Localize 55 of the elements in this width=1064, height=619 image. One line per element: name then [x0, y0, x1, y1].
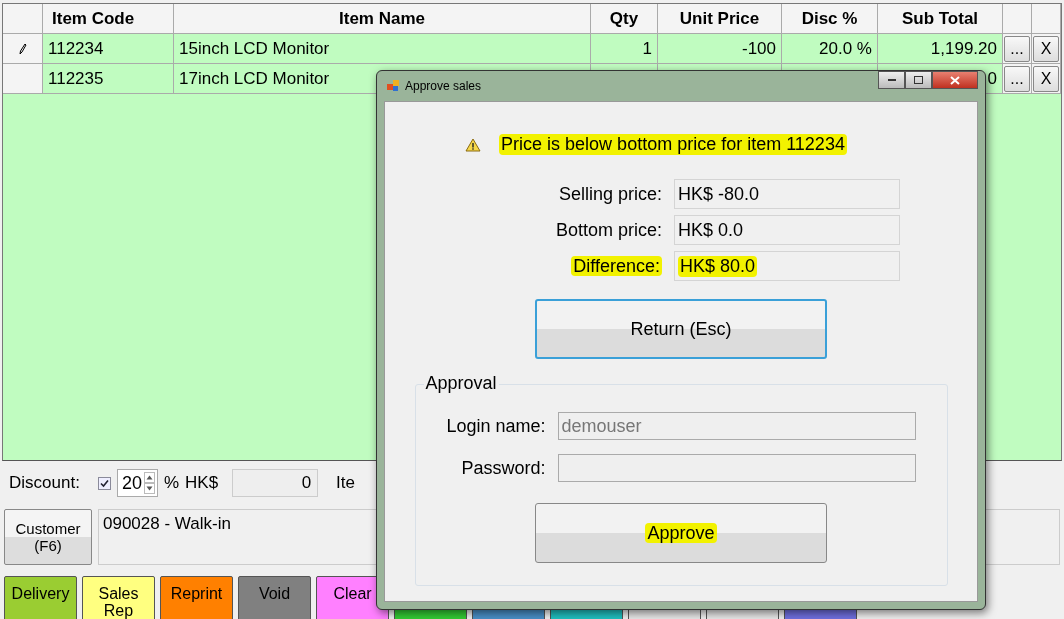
group-title: Approval: [423, 373, 499, 394]
app-icon: [387, 80, 399, 92]
close-icon: [950, 75, 960, 85]
amount-field[interactable]: 0: [232, 469, 319, 497]
window-title: Approve sales: [405, 79, 482, 93]
corner-cell: [3, 4, 43, 34]
field-label: Difference:: [571, 255, 662, 276]
currency-label: HK$: [185, 473, 219, 493]
more-button[interactable]: ...: [1004, 65, 1030, 92]
more-button[interactable]: ...: [1004, 35, 1030, 62]
password-field[interactable]: [557, 454, 916, 482]
field-label: Bottom price:: [555, 219, 662, 240]
column-header[interactable]: Sub Total: [878, 4, 1003, 34]
close-button[interactable]: [932, 71, 978, 89]
action-button[interactable]: Reprint: [160, 576, 233, 619]
table-cell: 1: [591, 34, 658, 64]
minimize-button[interactable]: [878, 71, 905, 89]
table-cell: 15inch LCD Monitor: [174, 34, 591, 64]
readonly-field: HK$ 0.0: [674, 215, 900, 245]
column-header[interactable]: Qty: [591, 4, 658, 34]
readonly-field: HK$ -80.0: [674, 179, 900, 209]
password-label: Password:: [460, 457, 546, 479]
column-header[interactable]: Unit Price: [658, 4, 782, 34]
remove-button[interactable]: X: [1033, 65, 1059, 92]
down-arrow-icon[interactable]: [143, 483, 155, 494]
up-arrow-icon[interactable]: [143, 472, 155, 483]
approve-button[interactable]: Approve: [535, 503, 827, 563]
table-cell: 112235: [43, 64, 174, 94]
minimize-icon: [887, 78, 896, 82]
return-button[interactable]: Return (Esc): [535, 299, 827, 359]
maximize-icon: [914, 76, 923, 84]
pencil-icon: [18, 42, 27, 55]
table-cell: -100: [658, 34, 782, 64]
table-cell: 112234: [43, 34, 174, 64]
login-label: Login name:: [445, 415, 546, 437]
login-field[interactable]: demouser: [557, 412, 916, 440]
customer-button[interactable]: Customer (F6): [4, 509, 92, 565]
warning-message: Price is below bottom price for item 112234: [499, 134, 847, 155]
column-header[interactable]: Disc %: [782, 4, 878, 34]
checkbox[interactable]: [97, 476, 111, 490]
field-label: Selling price:: [558, 183, 662, 204]
maximize-button[interactable]: [905, 71, 932, 89]
action-button[interactable]: Delivery: [4, 576, 77, 619]
discount-label: Discount:: [9, 473, 80, 493]
column-header[interactable]: Item Code: [43, 4, 174, 34]
action-button[interactable]: Sales Rep: [82, 576, 155, 619]
action-button[interactable]: Void: [238, 576, 311, 619]
percent-spinner[interactable]: 20: [116, 469, 158, 497]
items-label: Ite: [336, 473, 355, 493]
column-header[interactable]: Item Name: [174, 4, 591, 34]
table-cell: 20.0 %: [782, 34, 878, 64]
percent-label: %: [163, 473, 180, 493]
remove-button[interactable]: X: [1033, 35, 1059, 62]
readonly-field: HK$ 80.0: [674, 251, 900, 281]
warning-icon: [465, 137, 482, 152]
